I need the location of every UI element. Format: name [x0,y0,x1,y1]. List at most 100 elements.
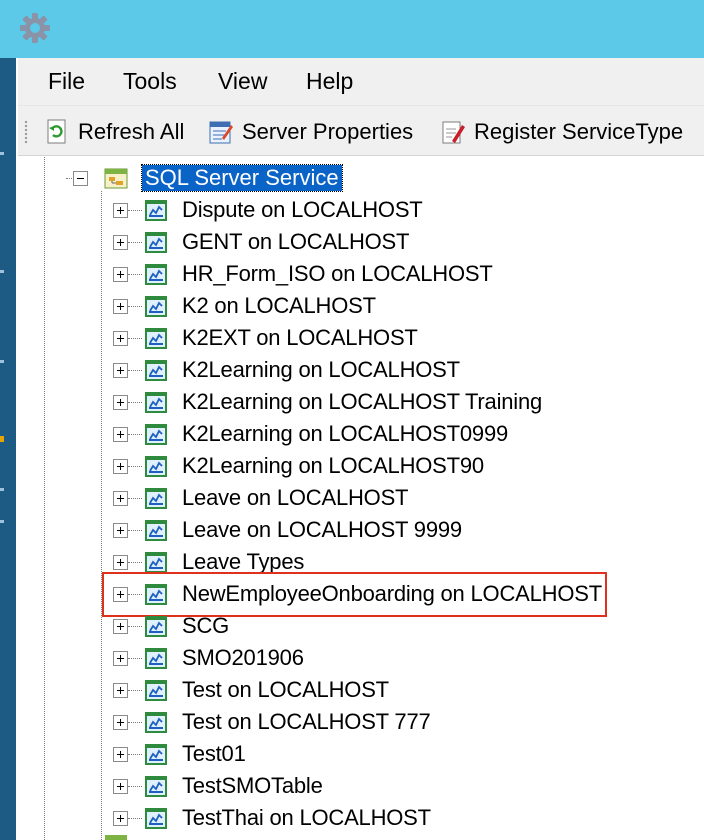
collapse-toggle[interactable] [73,171,88,186]
register-service-type-button[interactable]: Register ServiceType [440,116,683,148]
tree-line [128,786,142,787]
tree-item-label: Leave on LOCALHOST 9999 [182,517,462,542]
expand-toggle[interactable] [113,715,128,730]
service-instance-icon [145,808,167,829]
menu-tools[interactable]: Tools [123,68,177,95]
tree-line [128,754,142,755]
expand-toggle[interactable] [113,651,128,666]
tree-item-label: K2Learning on LOCALHOST Training [182,389,543,414]
tree-line [128,210,142,211]
tree-item[interactable]: Dispute on LOCALHOST [144,195,423,225]
expand-toggle[interactable] [113,267,128,282]
tree-item-label: SCG [182,613,230,638]
tree-item[interactable]: TestSMOTable [144,771,323,801]
tree-item-label: Test on LOCALHOST 777 [182,709,431,734]
expand-toggle[interactable] [113,811,128,826]
server-folder-icon [104,168,128,189]
expand-toggle[interactable] [113,331,128,346]
tree-item-label: Dispute on LOCALHOST [182,197,423,222]
expand-toggle[interactable] [113,363,128,378]
tree-item[interactable]: K2EXT on LOCALHOST [144,323,418,353]
tree-item-label: K2 on LOCALHOST [182,293,376,318]
tree-line [128,274,142,275]
tree-item[interactable]: SMO201906 [144,643,304,673]
service-instance-icon [145,552,167,573]
service-instance-icon [145,616,167,637]
server-properties-button[interactable]: Server Properties [208,116,413,148]
tree-item-label: K2Learning on LOCALHOST90 [182,453,484,478]
service-instance-icon [145,456,167,477]
service-instance-icon [145,328,167,349]
service-instance-icon [145,392,167,413]
strip-mark [0,360,4,363]
strip-mark [0,270,4,273]
tree-line [128,338,142,339]
expand-toggle[interactable] [113,203,128,218]
tree-item-label: K2EXT on LOCALHOST [182,325,418,350]
refresh-all-label: Refresh All [78,119,185,144]
tree-item[interactable]: K2 on LOCALHOST [144,291,376,321]
tree-item-label: K2Learning on LOCALHOST [182,357,460,382]
tree-item-label: Leave on LOCALHOST [182,485,409,510]
service-instance-icon [145,712,167,733]
service-instance-icon [145,520,167,541]
expand-toggle[interactable] [113,427,128,442]
refresh-icon [47,119,66,144]
tree-line [128,818,142,819]
tree-line [128,690,142,691]
tree-line [128,402,142,403]
expand-toggle[interactable] [113,779,128,794]
expand-toggle[interactable] [113,747,128,762]
tree-line [128,530,142,531]
tree-line [128,434,142,435]
tree-line [101,191,102,840]
title-bar [0,0,704,58]
tree-item[interactable]: HR_Form_ISO on LOCALHOST [144,259,493,289]
tree-item[interactable]: K2Learning on LOCALHOST0999 [144,419,508,449]
tree-item[interactable]: Test on LOCALHOST [144,675,389,705]
service-instance-icon [145,232,167,253]
tree-item[interactable]: GENT on LOCALHOST [144,227,409,257]
service-instance-icon [145,776,167,797]
service-instance-icon [145,488,167,509]
tree-item[interactable]: Leave on LOCALHOST 9999 [144,515,462,545]
expand-toggle[interactable] [113,459,128,474]
tree-item-label: SMO201906 [182,645,304,670]
expand-toggle[interactable] [113,683,128,698]
tree-item-label: K2Learning on LOCALHOST0999 [182,421,509,446]
service-instance-icon [145,680,167,701]
tree-item[interactable]: K2Learning on LOCALHOST90 [144,451,484,481]
service-tree: SQL Server Service Dispute on LOCALHOST … [18,157,704,840]
expand-toggle[interactable] [113,299,128,314]
refresh-all-button[interactable]: Refresh All [44,116,184,148]
tree-item[interactable]: Test on LOCALHOST 777 [144,707,431,737]
server-properties-label: Server Properties [242,119,414,144]
service-instance-icon [145,744,167,765]
tree-item-label: TestThai on LOCALHOST [182,805,431,830]
toolbar-grip[interactable] [24,120,28,144]
strip-mark [0,152,4,155]
tree-line [128,722,142,723]
expand-toggle[interactable] [113,491,128,506]
tree-item-label: GENT on LOCALHOST [182,229,410,254]
expand-toggle[interactable] [113,395,128,410]
expand-toggle[interactable] [113,619,128,634]
strip-mark [0,488,4,491]
menu-help[interactable]: Help [306,68,353,95]
menu-file[interactable]: File [48,68,85,95]
register-icon [442,121,465,144]
tree-item[interactable]: K2Learning on LOCALHOST Training [144,387,542,417]
tree-item[interactable]: Leave on LOCALHOST [144,483,408,513]
tree-item[interactable]: SCG [144,611,229,641]
toolbar: Refresh All Server Properties Register S… [18,106,704,156]
properties-icon [209,121,233,144]
expand-toggle[interactable] [113,523,128,538]
tree-item[interactable]: TestThai on LOCALHOST [144,803,431,833]
tree-item[interactable]: Test01 [144,739,246,769]
expand-toggle[interactable] [113,555,128,570]
expand-toggle[interactable] [113,235,128,250]
tree-root-sql-server-service[interactable]: SQL Server Service [104,163,343,193]
tree-root-label: SQL Server Service [141,164,343,192]
tree-item[interactable]: K2Learning on LOCALHOST [144,355,460,385]
menu-view[interactable]: View [218,68,267,95]
